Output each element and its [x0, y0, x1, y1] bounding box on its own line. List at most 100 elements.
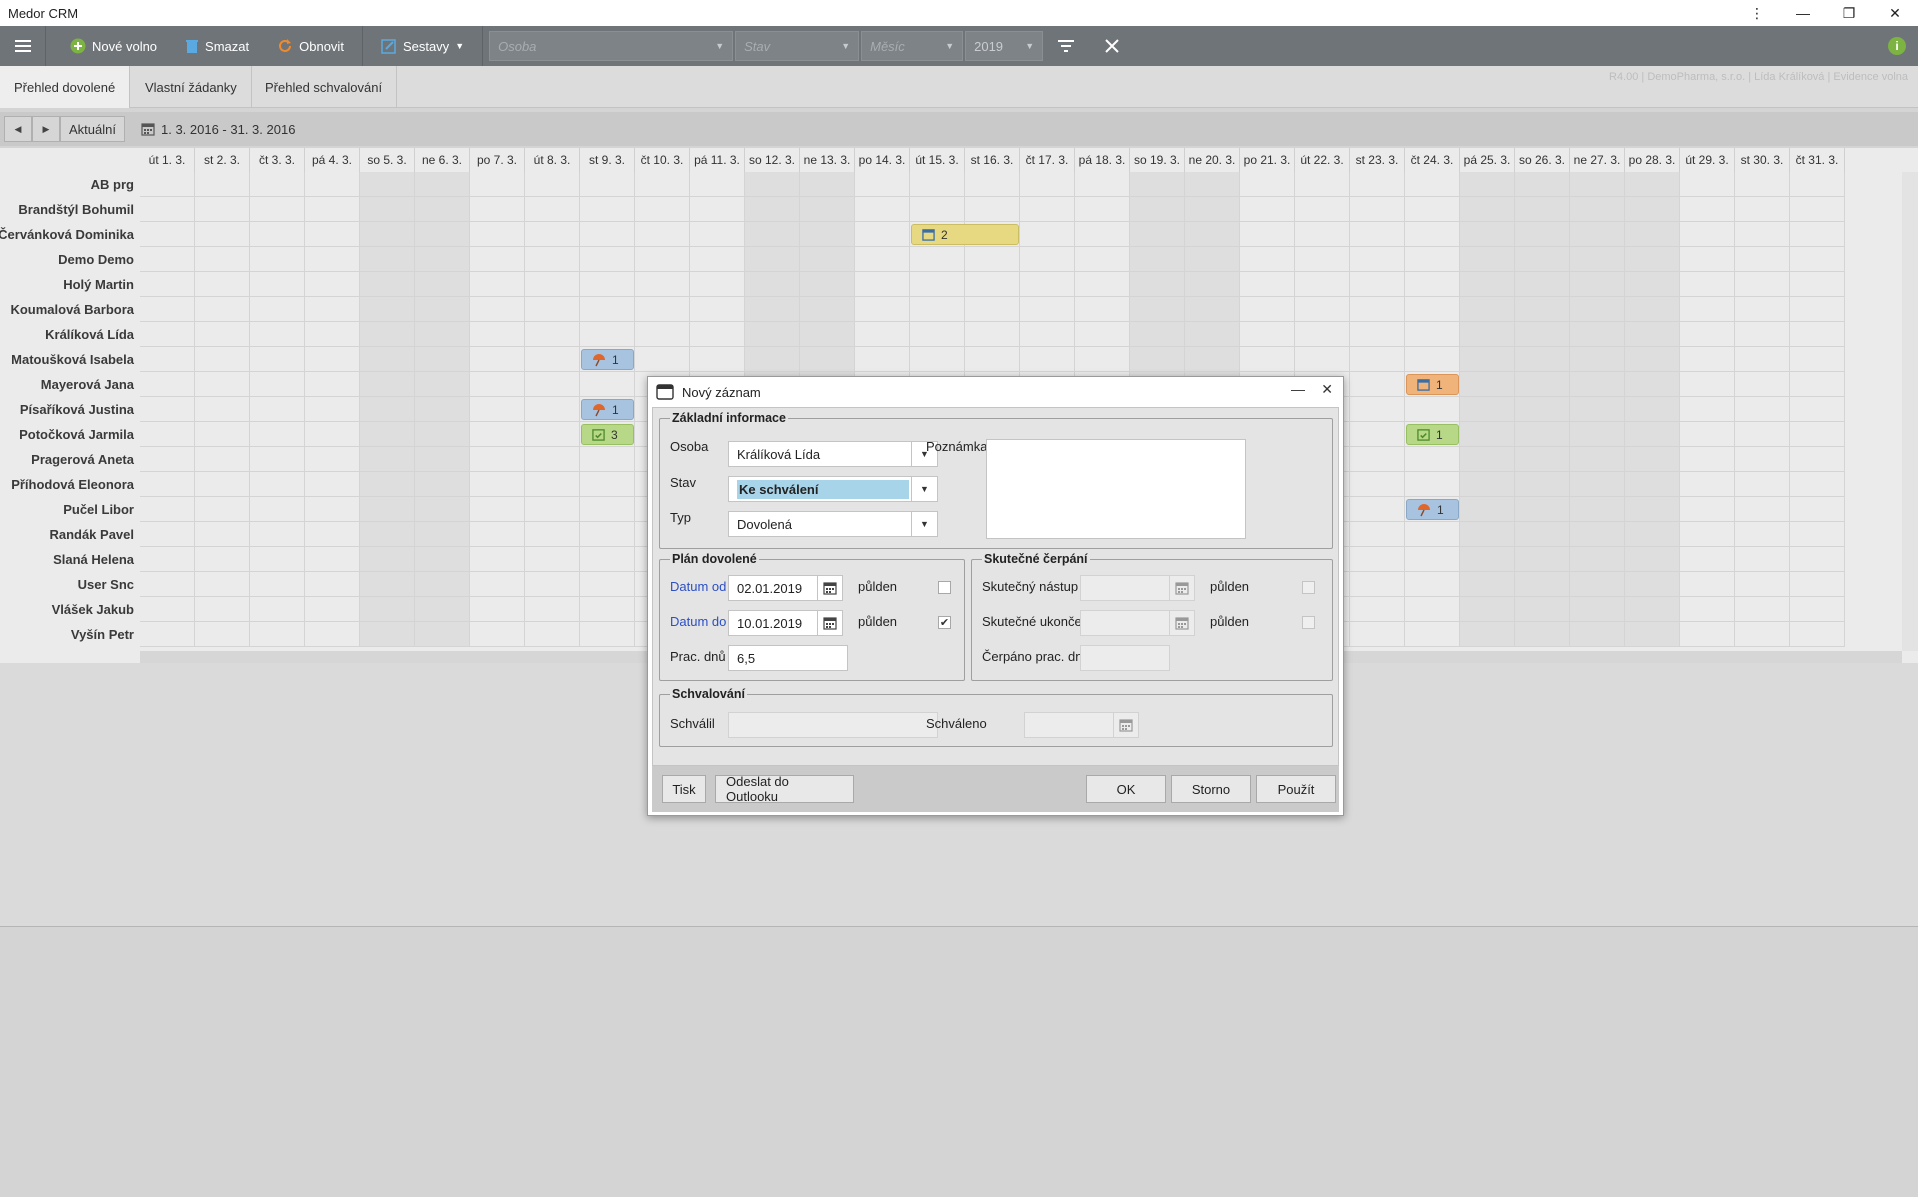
schedule-cell[interactable]	[1680, 472, 1735, 497]
schedule-cell[interactable]	[1570, 297, 1625, 322]
schedule-cell[interactable]	[1185, 172, 1240, 197]
schedule-cell[interactable]	[1515, 172, 1570, 197]
schedule-cell[interactable]	[1350, 522, 1405, 547]
schedule-cell[interactable]	[635, 172, 690, 197]
person-select[interactable]: Králíková Lída ▼	[728, 441, 938, 467]
actual-start-input[interactable]	[1080, 575, 1170, 601]
schedule-cell[interactable]	[250, 272, 305, 297]
person-filter-select[interactable]: Osoba ▼	[489, 31, 734, 61]
schedule-cell[interactable]	[305, 272, 360, 297]
schedule-cell[interactable]	[635, 197, 690, 222]
schedule-cell[interactable]	[690, 222, 745, 247]
schedule-cell[interactable]	[1790, 247, 1845, 272]
schedule-cell[interactable]	[1240, 247, 1295, 272]
schedule-cell[interactable]	[1350, 422, 1405, 447]
schedule-cell[interactable]	[1735, 522, 1790, 547]
schedule-cell[interactable]	[1515, 522, 1570, 547]
schedule-cell[interactable]	[360, 372, 415, 397]
schedule-cell[interactable]	[360, 572, 415, 597]
schedule-cell[interactable]	[745, 172, 800, 197]
schedule-cell[interactable]	[1405, 522, 1460, 547]
schedule-cell[interactable]	[580, 372, 635, 397]
schedule-cell[interactable]	[1130, 197, 1185, 222]
month-filter-select[interactable]: Měsíc ▼	[861, 31, 964, 61]
schedule-cell[interactable]	[195, 622, 250, 647]
schedule-cell[interactable]	[1460, 472, 1515, 497]
schedule-cell[interactable]	[470, 297, 525, 322]
schedule-cell[interactable]	[305, 422, 360, 447]
schedule-cell[interactable]	[1240, 222, 1295, 247]
schedule-cell[interactable]	[1570, 372, 1625, 397]
schedule-cell[interactable]	[1735, 447, 1790, 472]
schedule-cell[interactable]	[1075, 347, 1130, 372]
schedule-cell[interactable]	[855, 222, 910, 247]
schedule-cell[interactable]	[1405, 222, 1460, 247]
schedule-cell[interactable]	[1515, 272, 1570, 297]
schedule-cell[interactable]	[305, 597, 360, 622]
schedule-cell[interactable]	[140, 322, 195, 347]
schedule-cell[interactable]	[1020, 172, 1075, 197]
schedule-cell[interactable]	[470, 622, 525, 647]
schedule-cell[interactable]	[470, 197, 525, 222]
schedule-cell[interactable]	[965, 347, 1020, 372]
schedule-cell[interactable]	[360, 422, 415, 447]
schedule-cell[interactable]	[415, 447, 470, 472]
schedule-cell[interactable]	[1405, 172, 1460, 197]
schedule-cell[interactable]	[745, 347, 800, 372]
schedule-cell[interactable]	[1515, 422, 1570, 447]
schedule-cell[interactable]	[470, 447, 525, 472]
schedule-cell[interactable]	[1350, 172, 1405, 197]
schedule-cell[interactable]	[1405, 622, 1460, 647]
schedule-cell[interactable]	[1295, 222, 1350, 247]
schedule-cell[interactable]	[1460, 622, 1515, 647]
schedule-cell[interactable]	[1790, 347, 1845, 372]
info-icon[interactable]: i	[1888, 37, 1906, 55]
print-button[interactable]: Tisk	[662, 775, 706, 803]
schedule-cell[interactable]	[1570, 472, 1625, 497]
schedule-cell[interactable]	[635, 222, 690, 247]
schedule-cell[interactable]	[1185, 347, 1240, 372]
schedule-cell[interactable]	[360, 247, 415, 272]
schedule-cell[interactable]	[195, 347, 250, 372]
schedule-cell[interactable]	[525, 447, 580, 472]
date-to-half-day-checkbox[interactable]: ✔	[938, 616, 951, 629]
schedule-cell[interactable]	[1295, 297, 1350, 322]
schedule-cell[interactable]	[1790, 197, 1845, 222]
schedule-cell[interactable]	[855, 272, 910, 297]
schedule-cell[interactable]	[1075, 272, 1130, 297]
schedule-cell[interactable]	[1680, 222, 1735, 247]
schedule-cell[interactable]	[1460, 197, 1515, 222]
schedule-cell[interactable]	[1460, 272, 1515, 297]
schedule-cell[interactable]	[1790, 222, 1845, 247]
schedule-cell[interactable]	[855, 322, 910, 347]
schedule-cell[interactable]	[1130, 172, 1185, 197]
schedule-cell[interactable]	[1515, 472, 1570, 497]
schedule-cell[interactable]	[470, 472, 525, 497]
schedule-cell[interactable]	[800, 297, 855, 322]
schedule-cell[interactable]	[525, 572, 580, 597]
schedule-cell[interactable]	[910, 322, 965, 347]
schedule-cell[interactable]	[360, 622, 415, 647]
schedule-cell[interactable]	[360, 447, 415, 472]
schedule-cell[interactable]	[1735, 422, 1790, 447]
schedule-cell[interactable]	[470, 547, 525, 572]
schedule-cell[interactable]	[1075, 247, 1130, 272]
schedule-cell[interactable]	[1460, 397, 1515, 422]
actual-end-input[interactable]	[1080, 610, 1170, 636]
date-from-half-day-checkbox[interactable]	[938, 581, 951, 594]
schedule-cell[interactable]	[1130, 247, 1185, 272]
schedule-cell[interactable]	[305, 522, 360, 547]
schedule-cell[interactable]	[1625, 222, 1680, 247]
schedule-cell[interactable]	[140, 497, 195, 522]
schedule-cell[interactable]	[1350, 322, 1405, 347]
schedule-cell[interactable]	[1515, 247, 1570, 272]
schedule-cell[interactable]	[580, 472, 635, 497]
schedule-cell[interactable]	[1680, 522, 1735, 547]
schedule-cell[interactable]	[1515, 222, 1570, 247]
schedule-cell[interactable]	[1735, 297, 1790, 322]
schedule-cell[interactable]	[360, 497, 415, 522]
new-leave-button[interactable]: Nové volno	[56, 26, 171, 66]
schedule-cell[interactable]	[525, 272, 580, 297]
schedule-cell[interactable]	[1570, 397, 1625, 422]
schedule-cell[interactable]	[910, 272, 965, 297]
